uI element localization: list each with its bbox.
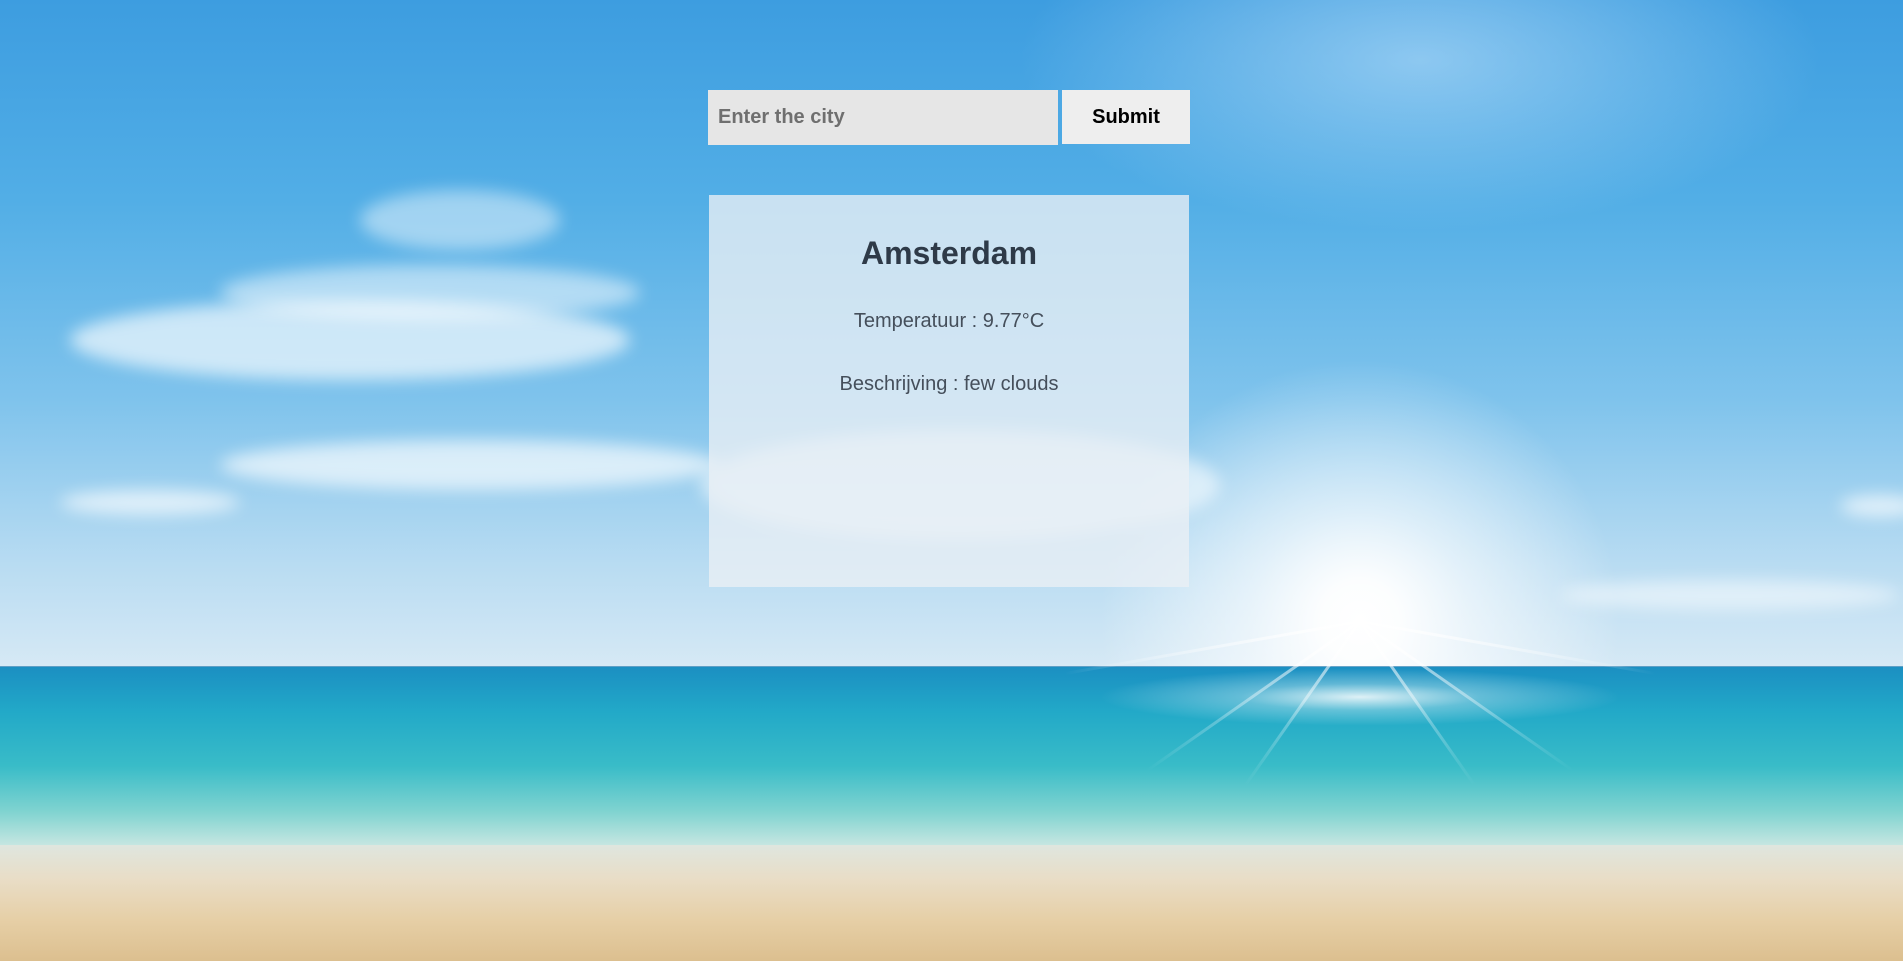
sand-background <box>0 845 1903 961</box>
weather-card: Amsterdam Temperatuur : 9.77°C Beschrijv… <box>709 195 1189 587</box>
submit-button[interactable]: Submit <box>1062 90 1190 144</box>
temperature-text: Temperatuur : 9.77°C <box>853 310 1045 332</box>
cloud <box>360 190 560 250</box>
description-text: Beschrijving : few clouds <box>839 373 1059 395</box>
sea-background <box>0 667 1903 847</box>
cloud <box>60 490 240 515</box>
cloud <box>220 440 720 490</box>
cloud <box>1560 580 1900 610</box>
city-name: Amsterdam <box>860 235 1038 271</box>
cloud <box>220 265 640 320</box>
city-search-input[interactable] <box>708 90 1058 145</box>
background-beach-scene: Submit Amsterdam Temperatuur : 9.77°C Be… <box>0 0 1903 961</box>
